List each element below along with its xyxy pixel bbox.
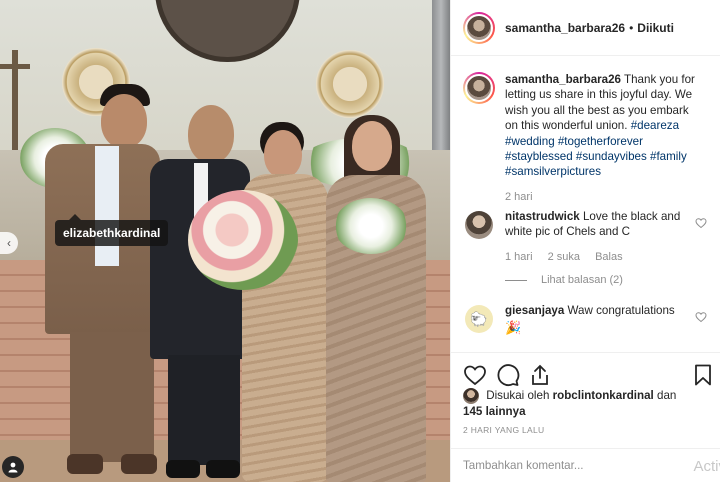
comment-text: Waw congratulations bbox=[567, 304, 675, 317]
bridesmaid-bouquet bbox=[334, 198, 408, 254]
chevron-left-icon: ‹ bbox=[7, 236, 11, 250]
likes-summary: Disukai oleh robclintonkardinal dan 145 … bbox=[463, 388, 713, 420]
right-medallion bbox=[316, 50, 384, 118]
post-actions-bar bbox=[451, 352, 720, 392]
comment-time[interactable]: 1 hari bbox=[505, 251, 533, 263]
post-header: samantha_barbara26 • Diikuti bbox=[451, 0, 720, 56]
post-photo[interactable]: elizabethkardinal ‹ bbox=[0, 0, 450, 482]
view-replies-button[interactable]: Lihat balasan (2) bbox=[505, 273, 685, 288]
caption-time[interactable]: 2 hari bbox=[505, 191, 533, 203]
likes-others[interactable]: 145 lainnya bbox=[463, 405, 526, 418]
share-icon[interactable] bbox=[528, 363, 552, 387]
person-bridesmaid bbox=[320, 115, 428, 482]
liker-avatar[interactable] bbox=[463, 388, 479, 404]
user-tag-label[interactable]: elizabethkardinal bbox=[55, 214, 169, 246]
user-tag-text: elizabethkardinal bbox=[63, 226, 161, 240]
add-comment-bar bbox=[451, 448, 720, 482]
heart-icon[interactable] bbox=[695, 311, 707, 323]
likes-joiner: dan bbox=[657, 389, 677, 403]
comments-scroll-area[interactable]: samantha_barbara26 Thank you for letting… bbox=[451, 57, 720, 352]
comment-like-count[interactable]: 2 suka bbox=[548, 251, 580, 263]
header-separator: • bbox=[629, 20, 634, 35]
user-tag-icon bbox=[8, 462, 18, 473]
caption-username[interactable]: samantha_barbara26 bbox=[505, 73, 621, 86]
likes-prefix: Disukai oleh bbox=[486, 389, 550, 403]
comment-username[interactable]: giesanjaya bbox=[505, 304, 564, 317]
post-side-panel: samantha_barbara26 • Diikuti samantha_ba… bbox=[450, 0, 720, 482]
comment-username[interactable]: nitastrudwick bbox=[505, 210, 580, 223]
comment-emoji: 🎉 bbox=[505, 320, 522, 336]
comment-input[interactable] bbox=[463, 459, 663, 472]
person-groom bbox=[150, 105, 250, 482]
heart-icon[interactable] bbox=[695, 217, 707, 229]
caption-avatar[interactable] bbox=[463, 72, 495, 104]
show-tags-button[interactable] bbox=[2, 456, 24, 478]
header-username[interactable]: samantha_barbara26 bbox=[505, 21, 625, 35]
comment-icon[interactable] bbox=[496, 363, 520, 387]
activation-watermark: Activ bbox=[693, 458, 720, 475]
comment-avatar[interactable] bbox=[463, 209, 495, 241]
heart-icon[interactable] bbox=[463, 363, 487, 387]
post-timestamp[interactable]: 2 HARI YANG LALU bbox=[463, 425, 545, 435]
follow-status-button[interactable]: Diikuti bbox=[637, 21, 674, 35]
bookmark-icon[interactable] bbox=[691, 363, 715, 387]
smiley-icon: 🐑 bbox=[470, 310, 488, 327]
avatar[interactable] bbox=[463, 11, 495, 44]
bride-bouquet bbox=[188, 190, 298, 290]
view-replies-text: Lihat balasan (2) bbox=[541, 274, 623, 287]
comment-reply-button[interactable]: Balas bbox=[595, 251, 623, 263]
person-bride bbox=[240, 122, 330, 482]
person-brown-suit bbox=[45, 82, 160, 482]
comment-avatar[interactable]: 🐑 bbox=[463, 303, 495, 335]
likes-user[interactable]: robclintonkardinal bbox=[553, 389, 654, 402]
